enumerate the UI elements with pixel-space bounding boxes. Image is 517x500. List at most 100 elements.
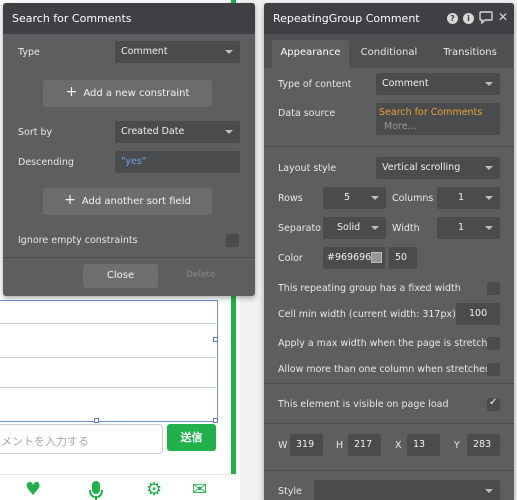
visible-on-load-checkbox[interactable]: ✓ [487,397,500,411]
x-input[interactable]: 13 [407,434,440,456]
chevron-down-icon [485,489,493,493]
repeating-group-selection[interactable] [0,300,218,423]
visible-on-load-label: This element is visible on page load [278,399,449,410]
type-label: Type [18,47,40,58]
add-sort-field-label: Add another sort field [81,196,191,207]
tab-appearance[interactable]: Appearance [272,40,349,68]
width-dropdown[interactable]: 1 [437,217,500,239]
property-editor-title-text: RepeatingGroup Comment [273,12,420,25]
rows-label: Rows [278,193,303,204]
y-label: Y [454,440,460,451]
help-icon[interactable]: ? [447,13,458,24]
color-label: Color [278,253,303,264]
tab-transitions[interactable]: Transitions [432,40,508,68]
screen: { "search_panel": { "title": "Search for… [0,0,517,500]
separator-dropdown[interactable]: Solid [323,217,386,239]
info-icon[interactable]: i [463,13,474,24]
resize-handle[interactable] [94,418,99,423]
columns-dropdown[interactable]: 1 [437,187,500,209]
plus-icon: + [64,192,76,208]
allow-more-columns-label: Allow more than one column when stretche… [278,364,492,375]
columns-label: Columns [392,193,434,204]
layout-style-dropdown[interactable]: Vertical scrolling [376,157,500,179]
h-label: H [336,440,344,451]
opacity-input[interactable]: 50 [389,247,417,269]
divider [264,383,514,384]
columns-value: 1 [458,192,465,203]
bottom-tabbar: ♥ ⚙ ✉ [0,474,236,500]
resize-handle[interactable] [213,337,218,342]
envelope-icon[interactable]: ✉ [192,481,207,499]
y-input[interactable]: 283 [467,434,500,456]
fixed-width-checkbox[interactable] [487,282,500,295]
divider [264,423,514,424]
comment-input[interactable]: メントを入力する [0,424,163,454]
heart-icon[interactable]: ♥ [25,481,41,499]
cell-min-width-label: Cell min width (current width: 317px) [278,309,456,320]
w-label: W [278,440,288,451]
type-of-content-dropdown[interactable]: Comment [376,73,500,95]
allow-more-columns-checkbox[interactable] [487,363,500,376]
descending-input[interactable]: "yes" [115,151,240,173]
chevron-down-icon [485,166,493,170]
h-input[interactable]: 217 [348,434,381,456]
search-panel-title: Search for Comments [3,3,255,34]
sort-by-value: Created Date [121,126,185,137]
max-width-label: Apply a max width when the page is stret… [278,338,500,349]
sort-by-dropdown[interactable]: Created Date [115,121,240,143]
fixed-width-label: This repeating group has a fixed width [278,283,461,294]
style-label: Style [278,486,302,497]
chevron-down-icon [485,226,493,230]
width-value: 1 [458,222,465,233]
separator-label: Separato [278,223,321,234]
resize-handle[interactable] [213,418,218,423]
property-editor-panel: RepeatingGroup Comment ? i ✕ Appearance … [264,3,514,500]
row-divider [0,357,216,358]
property-tabs: Appearance Conditional Transitions [264,34,513,68]
add-constraint-button[interactable]: + Add a new constraint [43,80,212,107]
microphone-icon[interactable] [88,481,104,500]
chevron-down-icon [371,226,379,230]
rows-dropdown[interactable]: 5 [323,187,386,209]
type-of-content-label: Type of content [278,79,352,90]
ignore-empty-checkbox[interactable] [226,234,239,247]
x-label: X [395,440,402,451]
color-swatch[interactable] [371,252,382,263]
divider [264,146,514,147]
divider [264,470,514,471]
data-source-more[interactable]: More... [379,121,497,132]
tab-conditional[interactable]: Conditional [352,40,426,68]
add-sort-field-button[interactable]: + Add another sort field [43,188,212,215]
send-button[interactable]: 送信 [167,424,216,451]
layout-style-label: Layout style [278,163,337,174]
chevron-down-icon [485,196,493,200]
sort-by-label: Sort by [18,127,53,138]
data-source-field[interactable]: Search for Comments More... [376,103,500,135]
property-editor-title: RepeatingGroup Comment [264,3,514,34]
chevron-down-icon [371,196,379,200]
type-of-content-value: Comment [382,78,429,89]
comment-icon[interactable] [479,11,493,27]
max-width-checkbox[interactable] [487,337,500,350]
divider [3,257,255,258]
separator-value: Solid [337,222,361,233]
chevron-down-icon [225,130,233,134]
chevron-down-icon [485,82,493,86]
ignore-empty-label: Ignore empty constraints [18,235,138,246]
w-input[interactable]: 319 [290,434,323,456]
row-divider [0,323,216,324]
cell-min-width-input[interactable]: 100 [456,303,500,325]
style-dropdown[interactable] [314,480,500,500]
data-source-value[interactable]: Search for Comments [379,107,497,118]
data-source-label: Data source [278,108,336,119]
chevron-down-icon [225,50,233,54]
row-divider [0,387,216,388]
close-icon[interactable]: ✕ [498,10,508,24]
delete-button[interactable]: Delete [186,270,216,280]
descending-label: Descending [18,157,74,168]
checkmark-icon: ✓ [489,397,498,408]
gears-icon[interactable]: ⚙ [146,481,162,499]
close-button[interactable]: Close [83,264,158,288]
type-dropdown[interactable]: Comment [115,41,240,63]
rows-value: 5 [344,192,351,203]
